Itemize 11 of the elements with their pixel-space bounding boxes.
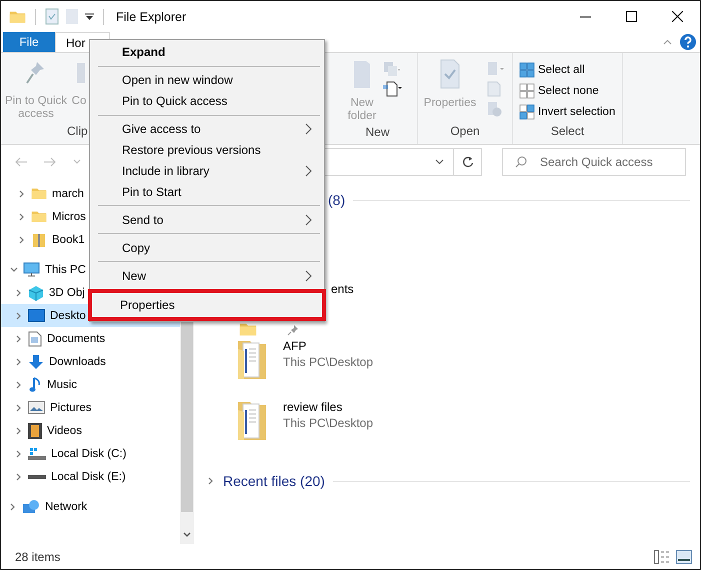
folder-location: This PC\Desktop [283, 416, 374, 430]
window-title: File Explorer [116, 10, 186, 24]
group-label: New [365, 124, 390, 141]
folder-name: AFP [283, 339, 308, 353]
group-label: Clip [66, 123, 88, 140]
group-label: Open [450, 123, 480, 140]
folder-name: ents [331, 282, 355, 298]
group-label: Select [550, 123, 584, 140]
folder-location: This PC\Desktop [283, 355, 374, 369]
item-count: 28 items [15, 550, 60, 564]
folder-name: review files [283, 400, 344, 414]
